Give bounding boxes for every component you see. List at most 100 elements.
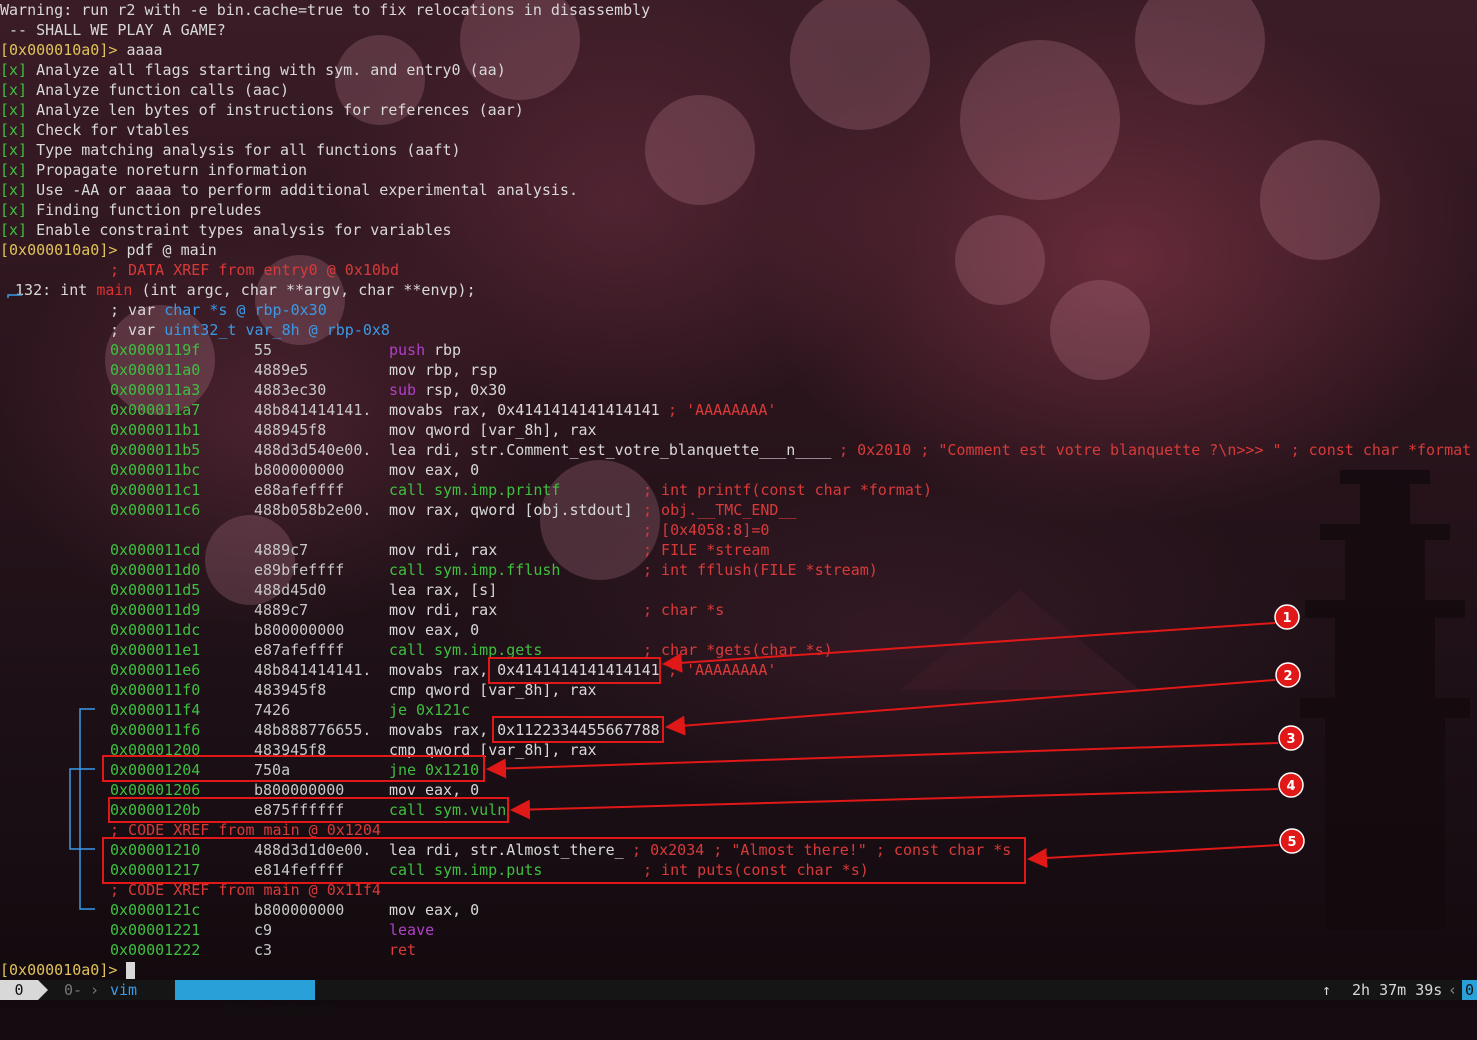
instruction-bytes: e89bfeffff [254,561,345,579]
instruction-address: 0x000011f6 [110,721,201,739]
analysis-text: Check for vtables [36,121,190,139]
terminal-cursor[interactable] [126,962,136,979]
instruction-address: 0x0000119f [110,341,201,359]
instruction-mnemonic: je [389,701,408,719]
instruction-bytes: b800000000 [254,901,345,919]
analysis-line: [x] Use -AA or aaaa to perform additiona… [0,180,578,200]
instruction-operands: eax, 0 [425,901,480,919]
command-text: aaaa [126,41,163,59]
instruction-bytes: 488945f8 [254,421,327,439]
instruction-operands: rdi, rax [425,601,498,619]
code-xref-comment: ; CODE XREF from main @ 0x1204 [110,821,381,839]
instruction-bytes: b800000000 [254,461,345,479]
var-location: @ rbp-0x8 [299,321,390,339]
analysis-text: Analyze len bytes of instructions for re… [36,101,524,119]
instruction-address: 0x0000120b [110,801,201,819]
window-1-index: 1* [227,1001,246,1019]
instruction-operands: qword [var_8h], rax [425,421,597,439]
instruction-operands: rdi, str.Almost_there_ [425,841,624,859]
chevron-right-icon: › [90,981,100,999]
instruction-bytes: 55 [254,341,273,359]
analysis-text: Enable constraint types analysis for var… [36,221,452,239]
window-0-name[interactable]: vim [110,980,137,1000]
prompt-label: [0x000010a0]> [0,41,118,59]
instruction-bytes: b800000000 [254,781,345,799]
window-1-tab[interactable]: 1* › radare2 [175,980,331,1019]
blossom-decoration [790,0,930,130]
prompt-label: [0x000010a0]> [0,961,118,979]
var-prefix: ; var [110,301,165,319]
instruction-bytes: e88afeffff [254,481,345,499]
instruction-address: 0x000011e6 [110,661,201,679]
instruction-bytes: 4883ec30 [254,381,327,399]
analysis-line: [x] Analyze len bytes of instructions fo… [0,100,524,120]
instruction-bytes: 483945f8 [254,741,327,759]
window-0-index[interactable]: 0- [64,980,82,1000]
instruction-operands: rbp [434,341,462,359]
instruction-bytes: 4889c7 [254,541,309,559]
instruction-operands: sym.imp.gets [434,641,543,659]
analysis-text: Propagate noreturn information [36,161,308,179]
instruction-operands: sym.imp.printf [434,481,561,499]
blossom-decoration [645,95,755,205]
instruction-operands: rdi, str.Comment_est_votre_blanquette___… [425,441,832,459]
instruction-operands: 0x1210 [425,761,480,779]
instruction-address: 0x000011bc [110,461,201,479]
instruction-address: 0x000011b5 [110,441,201,459]
instruction-bytes: 488d3d540e00. [254,441,372,459]
analysis-line: [x] Enable constraint types analysis for… [0,220,452,240]
instruction-mnemonic: lea [389,441,417,459]
warning-line: Warning: run r2 with -e bin.cache=true t… [0,0,650,20]
instruction-mnemonic: movabs [389,401,444,419]
analysis-text: Type matching analysis for all functions… [36,141,461,159]
instruction-mnemonic: jne [389,761,417,779]
analysis-text: Analyze all flags starting with sym. and… [36,61,506,79]
command-text: pdf @ main [126,241,217,259]
instruction-operands: qword [var_8h], rax [425,741,597,759]
prompt-line: [0x000010a0]> aaaa [0,40,163,60]
check-mark: [x] [0,201,28,219]
instruction-bytes: e875ffffff [254,801,345,819]
instruction-mnemonic: lea [389,841,417,859]
instruction-comment: ; [0x4058:8]=0 [643,521,770,539]
instruction-address: 0x000011d9 [110,601,201,619]
analysis-line: [x] Analyze all flags starting with sym.… [0,60,506,80]
instruction-comment: ; 'AAAAAAAA' [659,401,777,419]
instruction-bytes: 4889e5 [254,361,309,379]
prompt-label: [0x000010a0]> [0,241,118,259]
instruction-bytes: 4889c7 [254,601,309,619]
blossom-decoration [1050,280,1150,380]
instruction-comment: ; int printf(const char *format) [643,481,932,499]
instruction-operands: rbp, rsp [425,361,498,379]
instruction-comment: ; 'AAAAAAAA' [659,661,777,679]
instruction-mnemonic: cmp [389,681,417,699]
window-1-name: radare2 [268,1001,332,1019]
instruction-comment: ; 0x2010 ; "Comment est votre blanquette… [830,441,1472,459]
instruction-address: 0x00001222 [110,941,201,959]
session-index[interactable]: 0 [0,980,38,1000]
blossom-decoration [1135,0,1265,105]
instruction-operands: rax, 0x4141414141414141 [452,401,660,419]
instruction-address: 0x000011dc [110,621,201,639]
instruction-address: 0x00001221 [110,921,201,939]
instruction-mnemonic: movabs [389,721,444,739]
instruction-operands: rdi, rax [425,541,498,559]
instruction-comment: ; char *s [643,601,725,619]
pagoda-silhouette [1300,470,1470,930]
check-mark: [x] [0,81,28,99]
instruction-bytes: c9 [254,921,273,939]
function-name: main [96,281,133,299]
instruction-address: 0x000011c1 [110,481,201,499]
instruction-mnemonic: mov [389,501,417,519]
instruction-operands: rax, qword [obj.stdout] [425,501,633,519]
instruction-address: 0x000011b1 [110,421,201,439]
instruction-bytes: 488d45d0 [254,581,327,599]
instruction-operands: sym.vuln [434,801,507,819]
instruction-mnemonic: movabs [389,661,444,679]
instruction-mnemonic: mov [389,461,417,479]
instruction-bytes: 488d3d1d0e00. [254,841,372,859]
fortune-line: -- SHALL WE PLAY A GAME? [0,20,226,40]
instruction-mnemonic: mov [389,901,417,919]
check-mark: [x] [0,121,28,139]
analysis-line: [x] Check for vtables [0,120,190,140]
